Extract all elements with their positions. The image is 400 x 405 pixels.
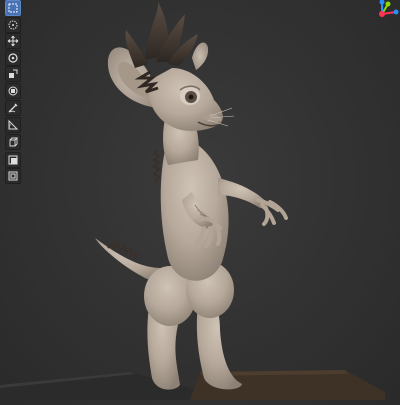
gizmo-y-handle[interactable] (385, 1, 391, 7)
cursor-icon[interactable] (5, 16, 21, 33)
extrude-icon[interactable] (5, 151, 21, 168)
measure-icon[interactable] (5, 116, 21, 133)
ground-plane (0, 370, 385, 400)
gizmo-x-handle[interactable] (393, 9, 399, 15)
creature-model[interactable] (95, 2, 288, 390)
inset-icon[interactable] (5, 168, 21, 184)
rotate-icon[interactable] (5, 49, 21, 66)
navigation-gizmo[interactable] (360, 0, 400, 30)
scene-canvas[interactable] (0, 0, 400, 400)
select-box-icon[interactable] (5, 0, 21, 16)
move-icon[interactable] (5, 33, 21, 49)
annotate-icon[interactable] (5, 100, 21, 116)
gizmo-z-handle[interactable] (379, 0, 385, 5)
tool-shelf (4, 0, 22, 185)
transform-icon[interactable] (5, 82, 21, 99)
add-cube-icon[interactable] (5, 134, 21, 150)
scale-icon[interactable] (5, 66, 21, 82)
3d-viewport[interactable] (0, 0, 400, 400)
gizmo-center (379, 11, 385, 17)
